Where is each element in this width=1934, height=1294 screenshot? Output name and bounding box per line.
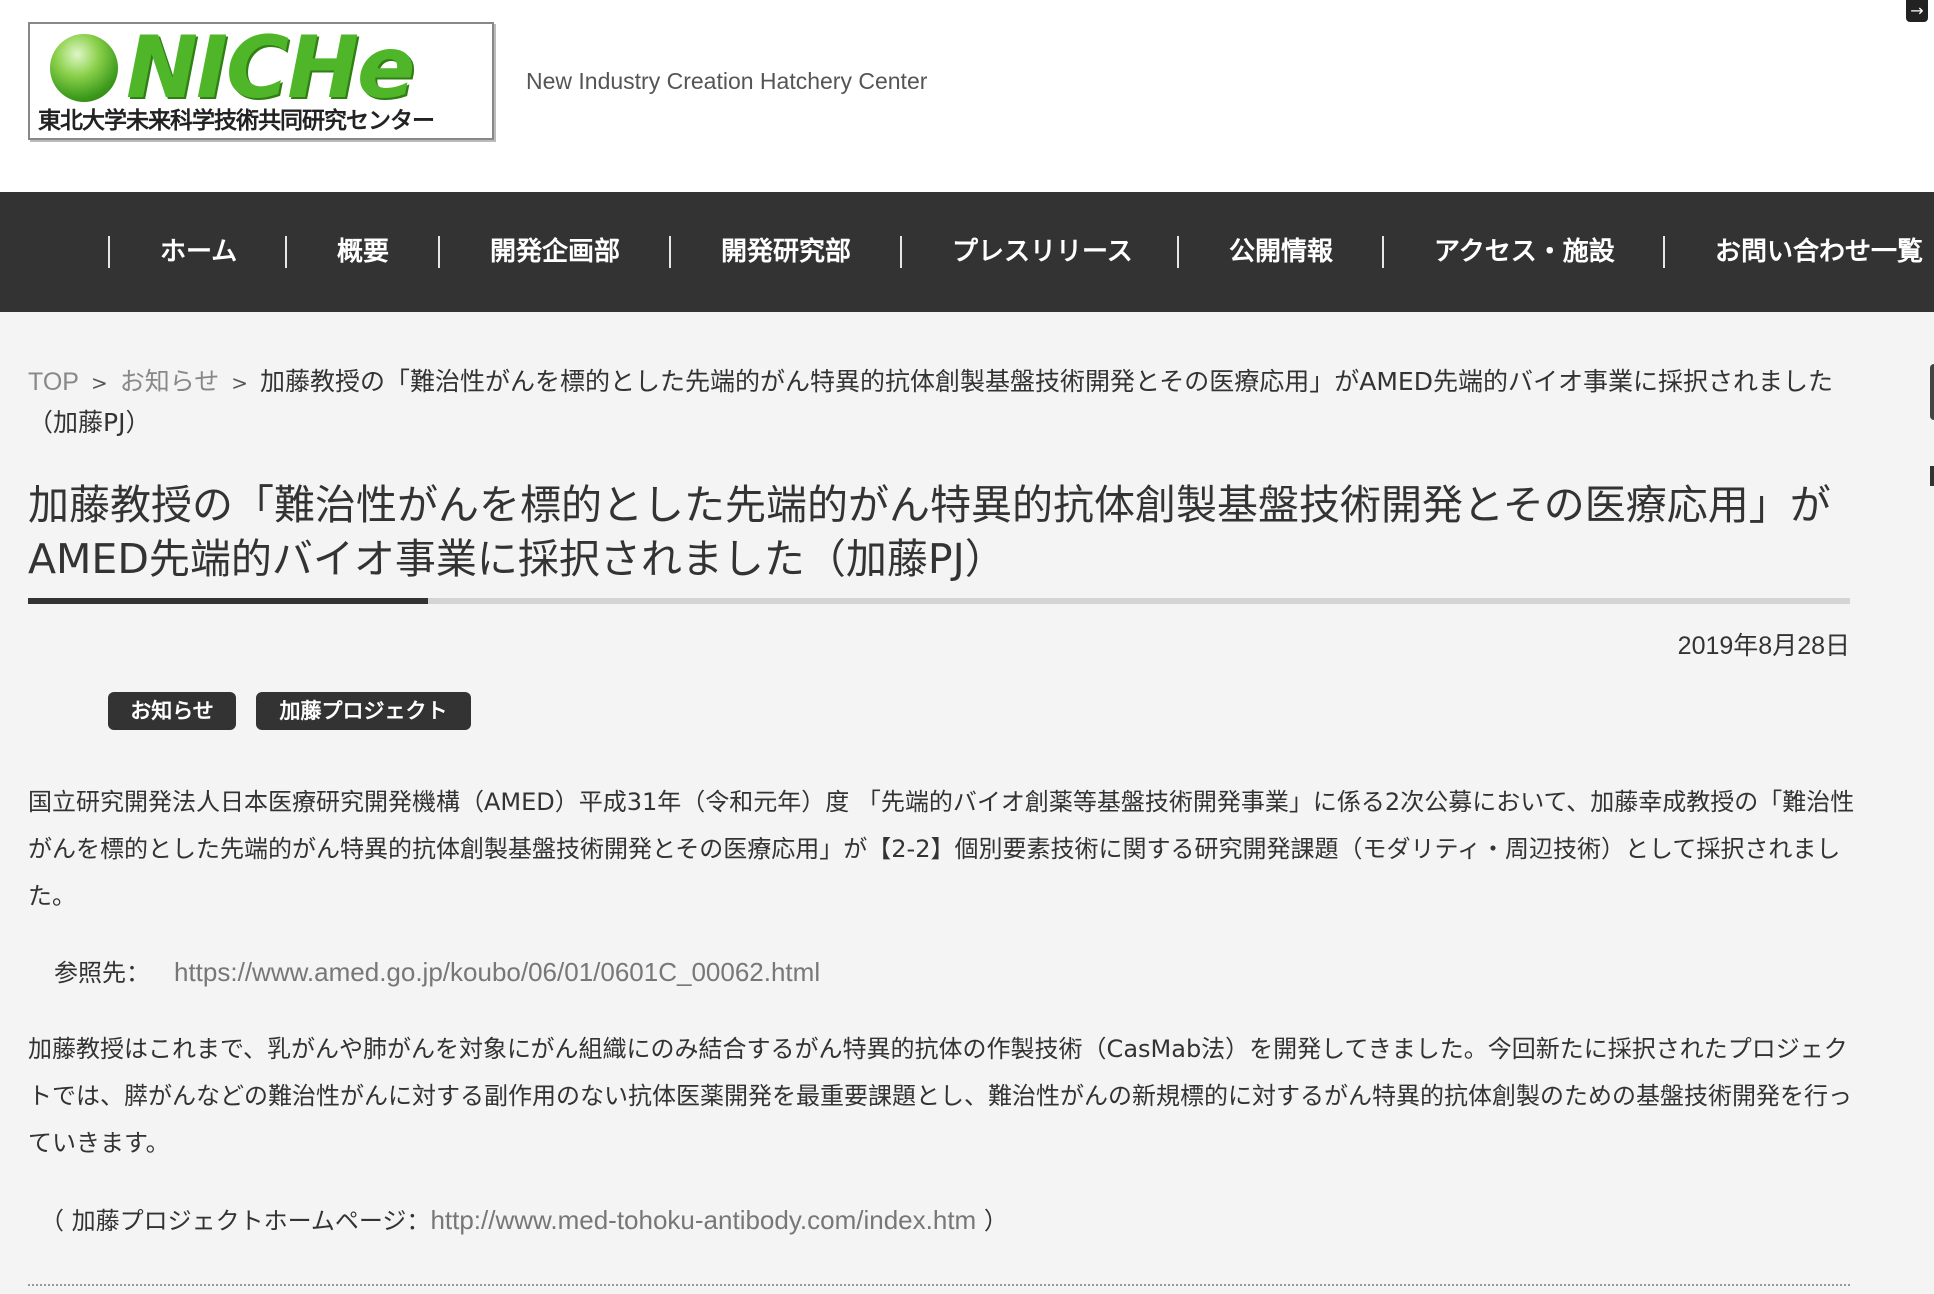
site-logo[interactable]: NICHe 東北大学未来科学技術共同研究センター xyxy=(28,22,494,140)
logo-sphere-icon xyxy=(50,34,118,102)
title-underline-accent xyxy=(28,598,428,604)
logo-subtitle: 東北大学未来科学技術共同研究センター xyxy=(38,108,435,134)
breadcrumb-separator: > xyxy=(231,371,248,395)
post-date: 2019年8月28日 xyxy=(1677,632,1850,660)
reference-label: 参照先： xyxy=(54,959,150,987)
breadcrumb: TOP > お知らせ > 加藤教授の「難治性がんを標的とした先端的がん特異的抗体創製基盤… xyxy=(28,362,1858,443)
article-paragraph: 国立研究開発法人日本医療研究開発機構（AMED）平成31年（令和元年）度 「先端… xyxy=(28,788,1855,910)
main-nav: ホーム 概要 開発企画部 開発研究部 プレスリリース 公開情報 アクセス・施設 … xyxy=(0,192,1934,312)
nav-separator xyxy=(108,236,110,268)
nav-item-contact[interactable]: お問い合わせ一覧 xyxy=(1715,192,1923,312)
nav-item-press[interactable]: プレスリリース xyxy=(952,192,1133,312)
nav-separator xyxy=(438,236,440,268)
logo-wordmark: NICHe xyxy=(126,18,415,118)
nav-item-about[interactable]: 概要 xyxy=(337,192,389,312)
nav-separator xyxy=(669,236,671,268)
title-underline xyxy=(28,598,1850,604)
nav-item-research[interactable]: 開発研究部 xyxy=(721,192,851,312)
page-title: 加藤教授の「難治性がんを標的とした先端的がん特異的抗体創製基盤技術開発とその医療… xyxy=(28,481,1831,583)
article-paragraph: 加藤教授はこれまで、乳がんや肺がんを対象にがん組織にのみ結合するがん特異的抗体の… xyxy=(28,1035,1852,1157)
section-divider xyxy=(28,1284,1850,1286)
breadcrumb-news[interactable]: お知らせ xyxy=(120,368,220,396)
tag-news[interactable]: お知らせ xyxy=(108,692,236,730)
reference-row: 参照先： https://www.amed.go.jp/koubo/06/01/0… xyxy=(54,950,820,995)
site-header: NICHe 東北大学未来科学技術共同研究センター New Industry Cr… xyxy=(0,0,1934,192)
site-tagline: New Industry Creation Hatchery Center xyxy=(526,68,928,94)
sidebar-edge-fragment xyxy=(1930,364,1934,420)
breadcrumb-top[interactable]: TOP xyxy=(28,368,79,396)
reference-link[interactable]: https://www.amed.go.jp/koubo/06/01/0601C… xyxy=(174,957,820,987)
breadcrumb-current: 加藤教授の「難治性がんを標的とした先端的がん特異的抗体創製基盤技術開発とその医療… xyxy=(28,367,1833,437)
nav-item-public-info[interactable]: 公開情報 xyxy=(1229,192,1333,312)
nav-separator xyxy=(1663,236,1665,268)
project-homepage-row: （ 加藤プロジェクトホームページ：http://www.med-tohoku-a… xyxy=(40,1198,1008,1243)
project-homepage-close: ） xyxy=(976,1207,1008,1235)
project-homepage-link[interactable]: http://www.med-tohoku-antibody.com/index… xyxy=(430,1205,976,1235)
tag-kato-project[interactable]: 加藤プロジェクト xyxy=(256,692,471,730)
nav-separator xyxy=(1177,236,1179,268)
sidebar-edge-fragment xyxy=(1930,466,1934,486)
exit-icon[interactable]: → xyxy=(1906,0,1928,22)
project-homepage-label: （ 加藤プロジェクトホームページ： xyxy=(40,1207,431,1235)
nav-separator xyxy=(1382,236,1384,268)
nav-separator xyxy=(900,236,902,268)
breadcrumb-separator: > xyxy=(90,371,108,395)
nav-separator xyxy=(285,236,287,268)
nav-item-access[interactable]: アクセス・施設 xyxy=(1434,192,1615,312)
nav-item-planning[interactable]: 開発企画部 xyxy=(490,192,620,312)
nav-item-home[interactable]: ホーム xyxy=(160,192,237,312)
